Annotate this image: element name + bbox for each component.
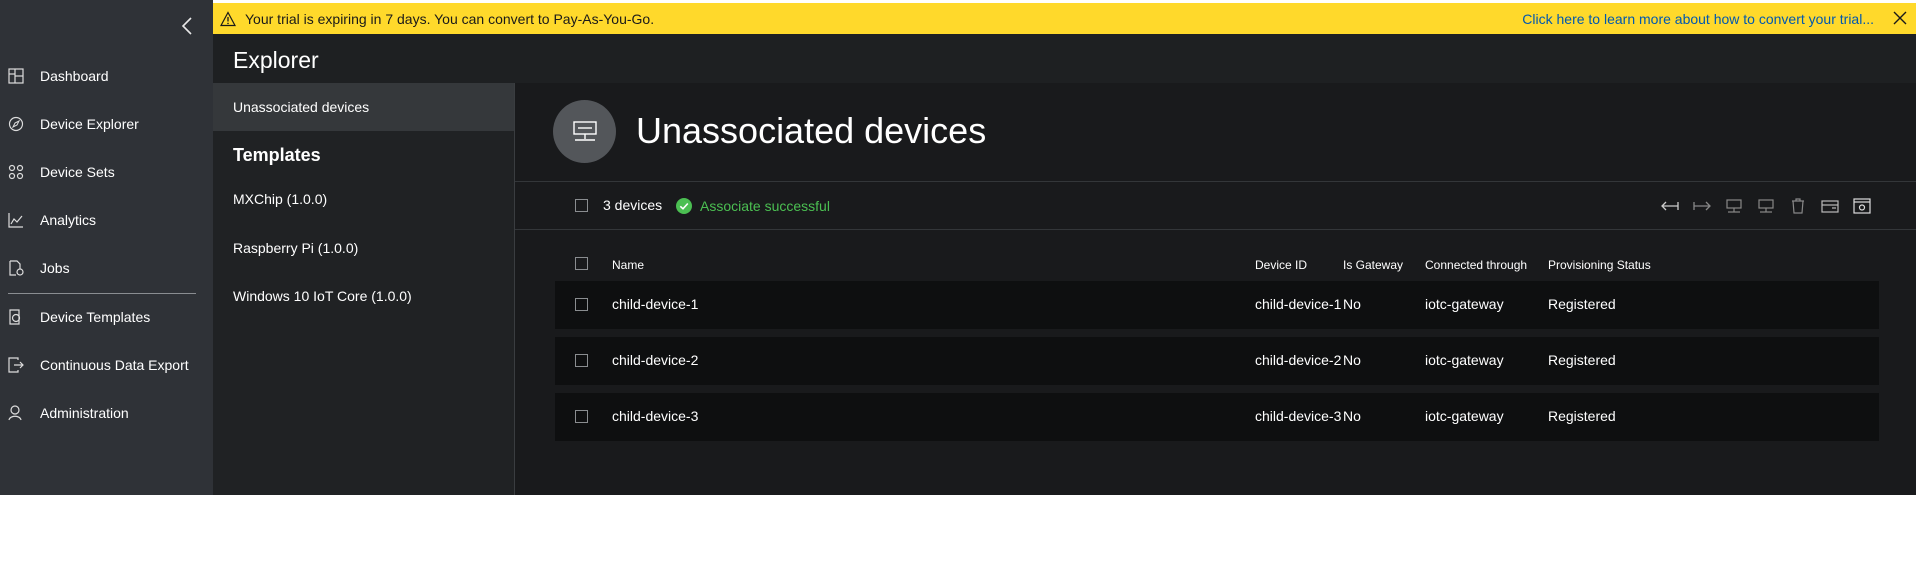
nav-divider (8, 293, 196, 294)
left-navigation: Dashboard Device Explorer Device Sets An… (0, 0, 213, 495)
device-count: 3 devices (603, 197, 663, 213)
main-content: Unassociated devices 3 devices Associate… (515, 83, 1916, 495)
settings-view-button[interactable] (1852, 196, 1872, 216)
column-header-device-id[interactable]: Device ID (1255, 258, 1307, 272)
nav-item-administration[interactable]: Administration (0, 393, 213, 433)
card-view-button[interactable] (1820, 196, 1840, 216)
nav-label: Analytics (40, 212, 97, 228)
card-icon (1821, 200, 1839, 213)
cell-provisioning-status: Registered (1548, 408, 1616, 424)
nav-item-device-explorer[interactable]: Device Explorer (0, 104, 213, 144)
explorer-side-panel: Unassociated devices Templates MXChip (1… (213, 83, 515, 495)
associate-right-button[interactable] (1692, 196, 1712, 216)
device-explorer-icon (7, 115, 25, 133)
templates-heading: Templates (233, 145, 321, 165)
cell-device-id: child-device-1 (1255, 296, 1342, 312)
select-all-checkbox[interactable] (575, 199, 588, 212)
cell-is-gateway: No (1343, 352, 1361, 368)
unassociated-device-icon (572, 120, 597, 141)
device-templates-icon (7, 308, 25, 326)
cell-is-gateway: No (1343, 296, 1361, 312)
nav-label: Administration (40, 405, 129, 421)
app-window: Dashboard Device Explorer Device Sets An… (0, 0, 1916, 495)
warning-icon (220, 10, 236, 26)
side-item-unassociated-devices[interactable]: Unassociated devices (213, 83, 514, 131)
main-title: Unassociated devices (636, 110, 987, 151)
nav-label: Device Explorer (40, 116, 139, 132)
convert-trial-link[interactable]: Click here to learn more about how to co… (1522, 11, 1874, 27)
nav-label: Dashboard (40, 68, 109, 84)
delete-button[interactable] (1788, 196, 1808, 216)
nav-label: Continuous Data Export (40, 357, 189, 373)
window-settings-icon (1853, 198, 1871, 214)
cell-device-id: child-device-3 (1255, 408, 1342, 424)
cell-name[interactable]: child-device-1 (612, 296, 698, 312)
trash-icon (1792, 198, 1804, 214)
side-item-template[interactable]: Windows 10 IoT Core (1.0.0) (213, 276, 514, 316)
table-row[interactable]: child-device-1 child-device-1 No iotc-ga… (555, 281, 1879, 329)
arrow-left-bar-icon (1661, 201, 1679, 211)
nav-label: Device Templates (40, 309, 151, 325)
device-action-button[interactable] (1756, 196, 1776, 216)
administration-icon (7, 404, 25, 422)
table-row[interactable]: child-device-2 child-device-2 No iotc-ga… (555, 337, 1879, 385)
divider (515, 229, 1916, 230)
jobs-icon (7, 259, 25, 277)
nav-item-continuous-data-export[interactable]: Continuous Data Export (0, 345, 213, 385)
column-header-connected-through[interactable]: Connected through (1425, 258, 1527, 272)
success-check-icon (676, 198, 692, 214)
nav-item-jobs[interactable]: Jobs (0, 248, 213, 288)
cell-device-id: child-device-2 (1255, 352, 1342, 368)
nav-item-analytics[interactable]: Analytics (0, 200, 213, 240)
cell-connected-through: iotc-gateway (1425, 408, 1504, 424)
template-label: Raspberry Pi (1.0.0) (233, 240, 359, 256)
device-icon (1726, 199, 1742, 213)
device-action-button[interactable] (1724, 196, 1744, 216)
page-header: Explorer (213, 34, 1916, 84)
cell-name[interactable]: child-device-2 (612, 352, 698, 368)
cell-name[interactable]: child-device-3 (612, 408, 698, 424)
banner-message: Your trial is expiring in 7 days. You ca… (245, 10, 655, 27)
template-label: MXChip (1.0.0) (233, 191, 328, 207)
row-checkbox[interactable] (575, 298, 588, 311)
side-item-label: Unassociated devices (233, 99, 370, 115)
cell-is-gateway: No (1343, 408, 1361, 424)
close-icon[interactable] (1892, 10, 1908, 26)
collapse-nav-button[interactable] (176, 14, 200, 38)
associate-left-button[interactable] (1660, 196, 1680, 216)
nav-item-device-templates[interactable]: Device Templates (0, 297, 213, 337)
side-item-template[interactable]: MXChip (1.0.0) (213, 179, 514, 219)
column-header-provisioning-status[interactable]: Provisioning Status (1548, 258, 1651, 272)
table-row[interactable]: child-device-3 child-device-3 No iotc-ga… (555, 393, 1879, 441)
cell-connected-through: iotc-gateway (1425, 296, 1504, 312)
row-checkbox[interactable] (575, 354, 588, 367)
nav-label: Device Sets (40, 164, 115, 180)
device-avatar (553, 100, 616, 163)
header-checkbox[interactable] (575, 257, 588, 270)
arrow-right-bar-icon (1693, 201, 1711, 211)
cell-connected-through: iotc-gateway (1425, 352, 1504, 368)
column-header-name[interactable]: Name (612, 258, 644, 272)
device-sets-icon (7, 163, 25, 181)
column-header-is-gateway[interactable]: Is Gateway (1343, 258, 1403, 272)
device-icon (1758, 199, 1774, 213)
cell-provisioning-status: Registered (1548, 296, 1616, 312)
nav-item-device-sets[interactable]: Device Sets (0, 152, 213, 192)
nav-item-dashboard[interactable]: Dashboard (0, 56, 213, 96)
template-label: Windows 10 IoT Core (1.0.0) (233, 288, 412, 304)
cell-provisioning-status: Registered (1548, 352, 1616, 368)
row-checkbox[interactable] (575, 410, 588, 423)
chevron-left-icon (181, 17, 192, 35)
analytics-icon (7, 211, 25, 229)
page-title: Explorer (233, 47, 319, 73)
trial-banner: Your trial is expiring in 7 days. You ca… (213, 3, 1916, 34)
side-item-template[interactable]: Raspberry Pi (1.0.0) (213, 228, 514, 268)
dashboard-icon (7, 67, 25, 85)
nav-label: Jobs (40, 260, 70, 276)
divider (515, 181, 1916, 182)
status-message: Associate successful (700, 198, 830, 214)
data-export-icon (7, 356, 25, 374)
